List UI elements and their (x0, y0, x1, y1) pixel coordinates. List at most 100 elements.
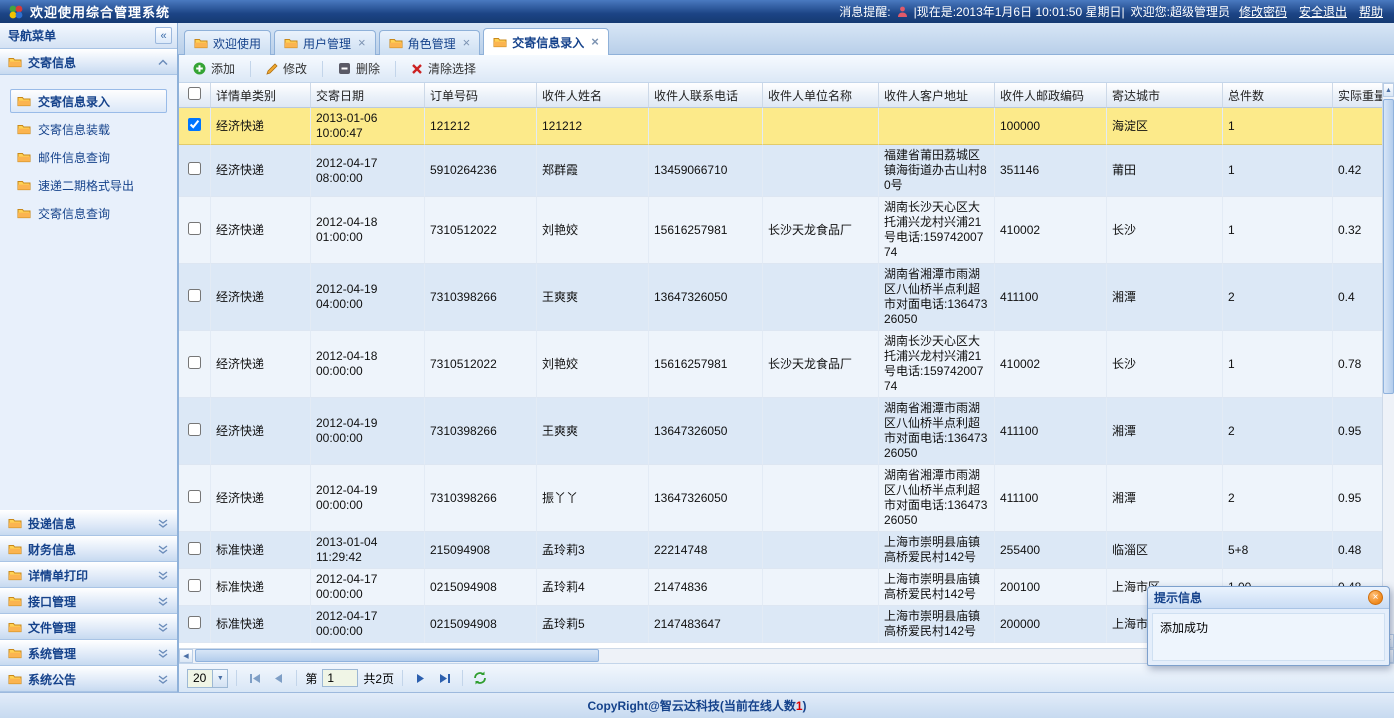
prev-page-button[interactable] (269, 669, 288, 688)
sidebar-section-active[interactable]: 交寄信息 (0, 49, 177, 75)
row-select-cell[interactable] (179, 465, 211, 532)
row-select-cell[interactable] (179, 197, 211, 264)
close-icon[interactable]: × (358, 38, 366, 48)
column-header-zip[interactable]: 收件人邮政编码 (995, 83, 1107, 108)
cell-type: 经济快递 (211, 145, 311, 197)
sidebar-collapse-button[interactable]: « (155, 27, 172, 44)
vertical-scrollbar[interactable]: ▲ ▼ (1382, 83, 1394, 648)
row-select-cell[interactable] (179, 606, 211, 643)
chevron-double-down-icon (157, 545, 169, 554)
logout-link[interactable]: 安全退出 (1299, 3, 1347, 20)
table-row-5[interactable]: 经济快递2012-04-19 00:00:007310398266王爽爽1364… (179, 398, 1382, 465)
page-number-input[interactable] (322, 669, 358, 687)
sidebar-item-0[interactable]: 交寄信息录入 (10, 89, 167, 113)
row-select-cell[interactable] (179, 108, 211, 145)
add-button[interactable]: 添加 (185, 56, 243, 81)
sidebar-section-6[interactable]: 系统公告 (0, 666, 177, 692)
tab-2[interactable]: 角色管理 × (379, 30, 481, 55)
vertical-scroll-track[interactable] (1383, 97, 1394, 634)
edit-button[interactable]: 修改 (258, 56, 315, 81)
column-header-phone[interactable]: 收件人联系电话 (649, 83, 763, 108)
table-row-0[interactable]: 经济快递2013-01-06 10:00:4712121212121210000… (179, 108, 1382, 145)
user-icon[interactable] (897, 6, 908, 18)
column-header-order[interactable]: 订单号码 (425, 83, 537, 108)
sidebar-item-1[interactable]: 交寄信息装载 (10, 117, 167, 141)
chevron-double-down-icon (157, 597, 169, 606)
row-select-cell[interactable] (179, 569, 211, 606)
sidebar-item-3[interactable]: 速递二期格式导出 (10, 173, 167, 197)
cell-order: 215094908 (425, 532, 537, 569)
column-header-date[interactable]: 交寄日期 (311, 83, 425, 108)
row-checkbox[interactable] (188, 616, 201, 629)
sidebar-section-0[interactable]: 投递信息 (0, 510, 177, 536)
column-header-address[interactable]: 收件人客户地址 (879, 83, 995, 108)
row-select-cell[interactable] (179, 331, 211, 398)
row-select-cell[interactable] (179, 398, 211, 465)
cell-order: 0215094908 (425, 606, 537, 643)
table-row-1[interactable]: 经济快递2012-04-17 08:00:005910264236郑群霞1345… (179, 145, 1382, 197)
column-header-city[interactable]: 寄达城市 (1107, 83, 1223, 108)
first-page-button[interactable] (245, 669, 264, 688)
change-password-link[interactable]: 修改密码 (1239, 3, 1287, 20)
column-header-select[interactable] (179, 83, 211, 108)
cell-phone: 13459066710 (649, 145, 763, 197)
select-all-checkbox[interactable] (188, 87, 201, 100)
page-size-value: 20 (188, 671, 212, 685)
sidebar-section-5[interactable]: 系统管理 (0, 640, 177, 666)
row-select-cell[interactable] (179, 532, 211, 569)
sidebar-section-1[interactable]: 财务信息 (0, 536, 177, 562)
column-header-weight[interactable]: 实际重量 (1333, 83, 1382, 108)
cell-weight: 0.48 (1333, 532, 1382, 569)
row-checkbox[interactable] (188, 289, 201, 302)
column-header-count[interactable]: 总件数 (1223, 83, 1333, 108)
scroll-up-arrow[interactable]: ▲ (1383, 83, 1394, 97)
refresh-icon[interactable] (473, 671, 487, 685)
horizontal-scroll-thumb[interactable] (195, 649, 599, 662)
cell-date: 2012-04-17 00:00:00 (311, 606, 425, 643)
clear-selection-button[interactable]: 清除选择 (403, 56, 484, 81)
sidebar-item-2[interactable]: 邮件信息查询 (10, 145, 167, 169)
sidebar-item-4[interactable]: 交寄信息查询 (10, 201, 167, 225)
row-checkbox[interactable] (188, 423, 201, 436)
tab-3[interactable]: 交寄信息录入 × (483, 28, 609, 55)
delete-button[interactable]: 删除 (330, 56, 388, 81)
column-header-type[interactable]: 详情单类别 (211, 83, 311, 108)
row-checkbox[interactable] (188, 162, 201, 175)
add-icon (193, 62, 206, 75)
cell-phone: 13647326050 (649, 398, 763, 465)
close-icon[interactable]: × (463, 38, 471, 48)
sidebar-section-2[interactable]: 详情单打印 (0, 562, 177, 588)
sidebar-section-3[interactable]: 接口管理 (0, 588, 177, 614)
last-page-button[interactable] (435, 669, 454, 688)
chevron-down-icon[interactable]: ▼ (212, 670, 227, 687)
table-row-3[interactable]: 经济快递2012-04-19 04:00:007310398266王爽爽1364… (179, 264, 1382, 331)
row-checkbox[interactable] (188, 542, 201, 555)
table-row-7[interactable]: 标准快递2013-01-04 11:29:42215094908孟玲莉32221… (179, 532, 1382, 569)
row-checkbox[interactable] (188, 118, 201, 131)
row-select-cell[interactable] (179, 264, 211, 331)
vertical-scroll-thumb[interactable] (1383, 99, 1394, 394)
cell-order: 5910264236 (425, 145, 537, 197)
cell-unit (763, 532, 879, 569)
column-header-unit[interactable]: 收件人单位名称 (763, 83, 879, 108)
table-row-4[interactable]: 经济快递2012-04-18 00:00:007310512022刘艳姣1561… (179, 331, 1382, 398)
column-header-name[interactable]: 收件人姓名 (537, 83, 649, 108)
next-page-button[interactable] (411, 669, 430, 688)
row-checkbox[interactable] (188, 579, 201, 592)
sidebar-section-4[interactable]: 文件管理 (0, 614, 177, 640)
row-checkbox[interactable] (188, 222, 201, 235)
table-row-6[interactable]: 经济快递2012-04-19 00:00:007310398266振丫丫1364… (179, 465, 1382, 532)
row-checkbox[interactable] (188, 356, 201, 369)
cell-city: 长沙 (1107, 197, 1223, 264)
table-row-2[interactable]: 经济快递2012-04-18 01:00:007310512022刘艳姣1561… (179, 197, 1382, 264)
tab-0[interactable]: 欢迎使用 (184, 30, 271, 55)
popup-close-icon[interactable]: × (1368, 590, 1383, 605)
tab-1[interactable]: 用户管理 × (274, 30, 376, 55)
close-icon[interactable]: × (591, 37, 599, 47)
scroll-left-arrow[interactable]: ◀ (179, 649, 193, 663)
page-size-select[interactable]: 20 ▼ (187, 669, 228, 688)
row-checkbox[interactable] (188, 490, 201, 503)
help-link[interactable]: 帮助 (1359, 3, 1383, 20)
row-select-cell[interactable] (179, 145, 211, 197)
folder-icon (389, 37, 403, 49)
